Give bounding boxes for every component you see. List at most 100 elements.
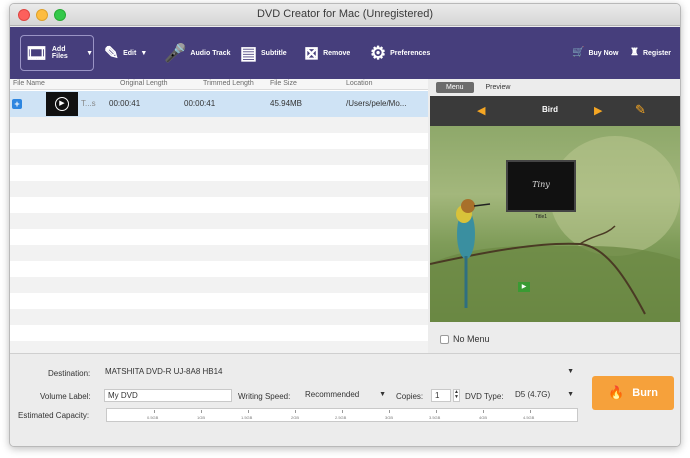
burn-label: Burn [632,387,658,399]
bird-branch-illustration [430,199,646,315]
destination-value: MATSHITA DVD-R UJ-8A8 HB14 [105,367,223,376]
location-cell: /Users/pele/Mo... [346,99,407,108]
empty-row [10,277,428,293]
flame-icon: 🔥 [608,385,625,400]
copies-input[interactable]: 1 [431,389,451,402]
film-add-icon: 🎞 [25,43,48,63]
capacity-tick-label: 3GB [385,415,394,420]
burn-settings-panel: Destination: MATSHITA DVD-R UJ-8A8 HB14 … [10,353,680,446]
microphone-icon: 🎤 [164,43,187,63]
capacity-tick-label: 3.5GB [429,415,441,420]
column-header-location[interactable]: Location [346,80,372,87]
empty-row [10,245,428,261]
subtitle-icon: ▤ [240,43,258,63]
app-window: DVD Creator for Mac (Unregistered) 🎞 Add… [9,3,681,447]
remove-label: Remove [323,49,351,57]
toolbar: 🎞 Add Files ▼ ✎ Edit ▼ 🎤 Audio Track ▤ S… [10,27,680,79]
burn-button[interactable]: 🔥 Burn [592,376,674,410]
prev-template-icon[interactable]: ◀ [477,104,485,117]
menu-template-title: Bird [542,105,558,114]
add-files-button[interactable]: 🎞 Add Files ▼ [20,35,94,71]
volume-label-input[interactable]: My DVD [104,389,232,402]
checkbox-box[interactable] [440,334,449,344]
register-label: Register [642,49,671,57]
edit-button[interactable]: ✎ Edit ▼ [104,27,147,79]
next-template-icon[interactable]: ▶ [594,104,602,117]
title-thumbnail-label[interactable]: Title1 [506,214,576,220]
empty-row [10,181,428,197]
empty-row [10,309,428,325]
window-title: DVD Creator for Mac (Unregistered) [256,8,434,20]
tab-preview[interactable]: Preview [476,82,521,93]
cart-icon: 🛒 [572,47,585,58]
writing-speed-select[interactable]: Recommended ▼ [302,389,390,402]
add-files-label: Add Files [51,46,68,60]
film-remove-icon: ⊠ [304,43,320,63]
volume-label-label: Volume Label: [40,392,91,401]
table-row[interactable]: + ▶ T...s 00:00:41 00:00:41 45.94MB /Use… [10,91,428,117]
preferences-label: Preferences [390,49,431,57]
play-icon[interactable]: ▶ [55,97,69,111]
capacity-tick-label: 1GB [197,415,206,420]
chevron-down-icon: ▼ [567,368,574,375]
writing-speed-label: Writing Speed: [238,392,291,401]
no-menu-checkbox[interactable]: No Menu [440,334,490,344]
capacity-tick-label: 4GB [479,415,488,420]
copies-stepper[interactable]: ▲ ▼ [453,389,460,402]
video-thumbnail: ▶ [46,92,78,116]
writing-speed-value: Recommended [305,390,360,399]
play-menu-icon[interactable]: ▶ [518,282,530,292]
empty-row [10,341,428,353]
audio-track-button[interactable]: 🎤 Audio Track [164,27,231,79]
chevron-down-icon: ▼ [86,49,93,57]
chevron-down-icon: ▼ [140,49,148,57]
edit-label: Edit [123,49,137,57]
thumbnail-signature: Tiny [532,180,550,189]
menu-preview-image: Tiny Title1 ▶ [430,126,680,322]
capacity-tick-label: 1.5GB [241,415,253,420]
dvd-type-value: D5 (4.7G) [515,390,551,399]
title-thumbnail[interactable]: Tiny [506,160,576,212]
estimated-capacity-label: Estimated Capacity: [18,411,90,420]
subtitle-label: Subtitle [261,49,287,57]
column-header-original-length[interactable]: Original Length [120,80,167,87]
chevron-down-icon: ▼ [379,391,386,398]
no-menu-label: No Menu [453,334,490,344]
column-header-file-name[interactable]: File Name [13,80,45,87]
preferences-button[interactable]: ⚙ Preferences [370,27,430,79]
chevron-down-icon: ▼ [567,391,574,398]
capacity-tick-label: 2GB [291,415,300,420]
file-size-cell: 45.94MB [270,99,303,108]
magic-wand-icon: ✎ [104,43,120,63]
copies-label: Copies: [396,392,424,401]
empty-row [10,117,428,133]
destination-label: Destination: [48,369,91,378]
expand-plus-icon[interactable]: + [12,99,22,109]
empty-row [10,213,428,229]
preview-panel: Menu Preview ◀ Bird ▶ ✎ Tiny Title1 ▶ No… [430,79,680,353]
destination-select[interactable]: MATSHITA DVD-R UJ-8A8 HB14 ▼ [102,366,578,379]
tab-menu[interactable]: Menu [436,82,474,93]
buy-now-label: Buy Now [588,49,619,57]
empty-row [10,149,428,165]
file-list-header: File Name Original Length Trimmed Length… [10,79,428,90]
remove-button[interactable]: ⊠ Remove [304,27,350,79]
audio-track-label: Audio Track [190,49,231,57]
menu-template-nav: ◀ Bird ▶ ✎ [430,96,680,126]
original-length-cell: 00:00:41 [109,99,141,108]
capacity-tick-label: 2.5GB [335,415,347,420]
dvd-type-select[interactable]: D5 (4.7G) ▼ [512,389,578,402]
file-list: File Name Original Length Trimmed Length… [10,79,428,353]
trimmed-length-cell: 00:00:41 [184,99,216,108]
file-name-cell: T...s [81,99,96,108]
subtitle-button[interactable]: ▤ Subtitle [240,27,287,79]
column-header-trimmed-length[interactable]: Trimmed Length [203,80,254,87]
buy-now-button[interactable]: 🛒 Buy Now [572,27,618,79]
dvd-type-label: DVD Type: [465,392,504,401]
capacity-bar: 0.5GB 1GB 1.5GB 2GB 2.5GB 3GB 3.5GB 4GB … [106,408,578,422]
key-icon: ♜ [630,47,639,58]
column-header-file-size[interactable]: File Size [270,80,297,87]
register-button[interactable]: ♜ Register [630,27,671,79]
edit-menu-icon[interactable]: ✎ [635,102,646,118]
capacity-tick-label: 4.5GB [523,415,535,420]
